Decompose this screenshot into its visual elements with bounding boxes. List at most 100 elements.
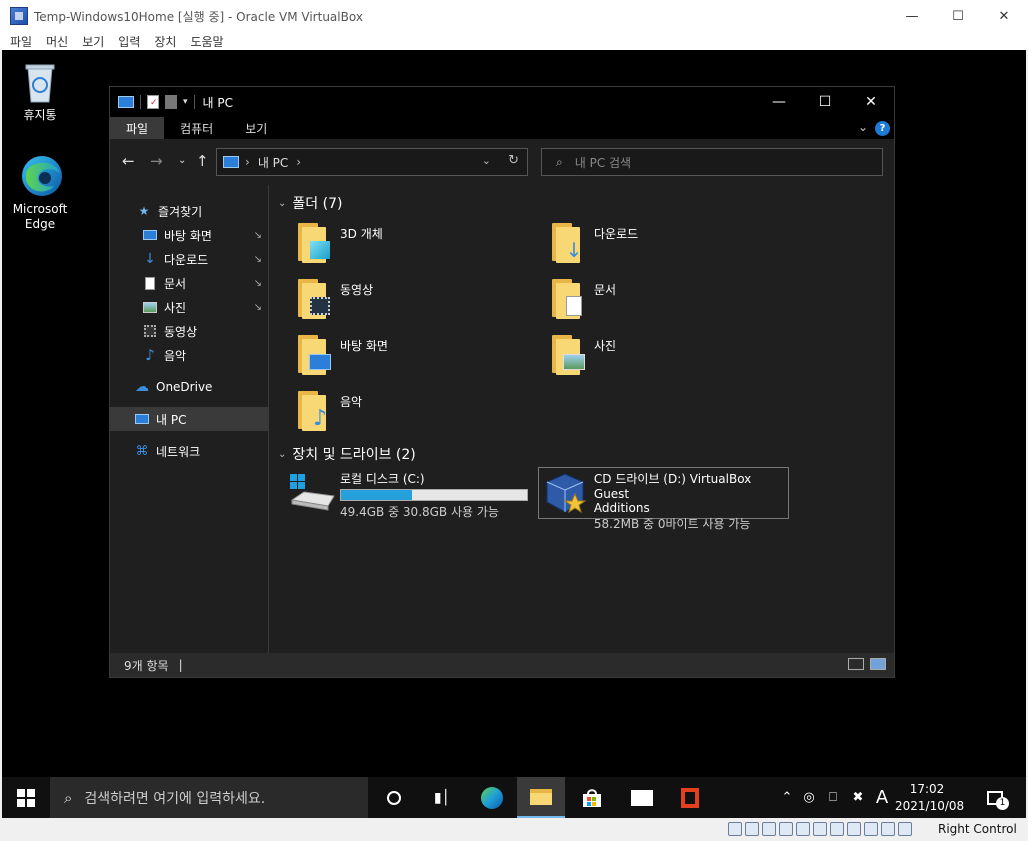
hard-disk-status-icon[interactable]	[728, 822, 742, 836]
sidebar-item-music[interactable]: ♪ 음악	[110, 343, 268, 367]
usb-status-icon[interactable]	[796, 822, 810, 836]
drive-cd-d[interactable]: CD 드라이브 (D:) VirtualBox Guest Additions …	[538, 467, 789, 531]
pictures-icon	[142, 300, 158, 314]
shared-folders-status-icon[interactable]	[813, 822, 827, 836]
address-bar[interactable]: › 내 PC › ⌄ ↻	[216, 148, 528, 176]
sidebar-item-label: 다운로드	[164, 252, 209, 267]
details-view-icon[interactable]	[848, 658, 864, 670]
menu-devices[interactable]: 장치	[154, 33, 176, 50]
sidebar-item-videos[interactable]: 동영상	[110, 319, 268, 343]
taskbar-edge-button[interactable]	[468, 777, 516, 818]
search-box[interactable]: ⌕ 내 PC 검색	[541, 148, 883, 176]
desktop-icon	[142, 228, 158, 242]
back-arrow-icon[interactable]: ←	[122, 152, 135, 170]
taskbar-clock[interactable]: 17:02 2021/10/08	[895, 781, 964, 815]
menu-input[interactable]: 입력	[118, 33, 140, 50]
display-status-icon[interactable]	[830, 822, 844, 836]
up-arrow-icon[interactable]: ↑	[196, 152, 209, 170]
menu-view[interactable]: 보기	[82, 33, 104, 50]
maximize-button[interactable]: ☐	[935, 0, 981, 32]
forward-arrow-icon[interactable]: →	[150, 152, 163, 170]
new-folder-icon[interactable]	[165, 95, 177, 109]
host-key-label: Right Control	[938, 822, 1017, 836]
recording-status-icon[interactable]	[847, 822, 861, 836]
menu-machine[interactable]: 머신	[46, 33, 68, 50]
network-tray-icon[interactable]: ⎕	[822, 777, 844, 818]
properties-icon[interactable]: ✓	[147, 95, 159, 109]
recent-locations-chevron-icon[interactable]: ⌄	[178, 155, 186, 166]
volume-muted-icon[interactable]: ✖	[847, 777, 869, 818]
meet-now-icon[interactable]: ◎	[799, 777, 819, 818]
optical-drive-status-icon[interactable]	[745, 822, 759, 836]
folder-music[interactable]: ♪ 음악	[294, 389, 534, 439]
sidebar-item-network[interactable]: ⌘ 네트워크	[110, 439, 268, 463]
folder-downloads[interactable]: ↓ 다운로드	[548, 221, 788, 271]
taskbar-explorer-button[interactable]	[517, 777, 565, 818]
taskbar-search[interactable]: ⌕ 검색하려면 여기에 입력하세요.	[50, 777, 368, 818]
sidebar-item-this-pc[interactable]: 내 PC	[110, 407, 268, 431]
explorer-maximize-button[interactable]: ☐	[802, 87, 848, 117]
folder-3d-objects[interactable]: 3D 개체	[294, 221, 534, 271]
notification-center-button[interactable]: 1	[980, 777, 1010, 818]
tab-view[interactable]: 보기	[229, 117, 283, 139]
desktop-icon-recycle-bin[interactable]: 휴지통	[10, 60, 70, 123]
folders-group-header[interactable]: ⌄ 폴더 (7)	[278, 193, 342, 213]
keyboard-capture-status-icon[interactable]	[898, 822, 912, 836]
sidebar-item-pictures[interactable]: 사진 ↘	[110, 295, 268, 319]
help-icon[interactable]: ?	[875, 121, 890, 136]
close-button[interactable]: ✕	[981, 0, 1027, 32]
drive-local-disk-c[interactable]: 로컬 디스크 (C:) 49.4GB 중 30.8GB 사용 가능	[288, 470, 528, 519]
sidebar-item-onedrive[interactable]: ☁ OneDrive	[110, 375, 268, 399]
ime-indicator[interactable]: A	[871, 777, 893, 818]
menu-file[interactable]: 파일	[10, 33, 32, 50]
refresh-icon[interactable]: ↻	[508, 153, 519, 168]
expand-ribbon-chevron-icon[interactable]: ⌄	[858, 120, 868, 134]
desktop-icon-edge[interactable]: Microsoft Edge	[10, 154, 70, 232]
show-hidden-icons-button[interactable]: ⌃	[777, 777, 797, 818]
sidebar-item-quick-access[interactable]: ★ 즐겨찾기	[110, 199, 268, 223]
breadcrumb-this-pc[interactable]: 내 PC	[258, 154, 288, 171]
customize-quick-access-icon[interactable]: ▾	[183, 97, 188, 107]
computer-icon	[134, 412, 150, 426]
view-toggle	[848, 658, 886, 670]
folder-name: 문서	[594, 283, 617, 297]
folder-pictures[interactable]: 사진	[548, 333, 788, 383]
tab-computer[interactable]: 컴퓨터	[164, 117, 229, 139]
folder-desktop[interactable]: 바탕 화면	[294, 333, 534, 383]
drive-space-text: 49.4GB 중 30.8GB 사용 가능	[340, 505, 499, 519]
network-status-icon[interactable]	[779, 822, 793, 836]
minimize-button[interactable]: —	[889, 0, 935, 32]
menu-help[interactable]: 도움말	[190, 33, 223, 50]
taskbar-office-button[interactable]	[666, 777, 714, 818]
start-button[interactable]	[2, 777, 50, 818]
explorer-minimize-button[interactable]: —	[756, 87, 802, 117]
virtualbox-cd-icon	[541, 470, 590, 516]
sidebar-item-desktop[interactable]: 바탕 화면 ↘	[110, 223, 268, 247]
window-title: Temp-Windows10Home [실행 중] - Oracle VM Vi…	[34, 9, 363, 24]
star-icon: ★	[138, 204, 150, 218]
cortana-button[interactable]	[370, 777, 418, 818]
breadcrumb-separator[interactable]: ›	[296, 155, 301, 169]
sidebar-item-documents[interactable]: 문서 ↘	[110, 271, 268, 295]
taskbar-mail-button[interactable]	[618, 777, 666, 818]
sidebar-item-label: 동영상	[164, 324, 198, 339]
sidebar-item-label: 음악	[164, 348, 187, 363]
address-dropdown-icon[interactable]: ⌄	[482, 154, 491, 167]
audio-status-icon[interactable]	[762, 822, 776, 836]
chevron-up-icon: ⌃	[781, 790, 793, 805]
explorer-titlebar: ✓ ▾ 내 PC — ☐ ✕	[110, 87, 894, 117]
taskbar: ⌕ 검색하려면 여기에 입력하세요. ▮│ ⌃ ◎ ⎕ ✖ A 17:02 20…	[2, 777, 1026, 818]
folder-videos[interactable]: 동영상	[294, 277, 534, 327]
explorer-close-button[interactable]: ✕	[848, 87, 894, 117]
tab-file[interactable]: 파일	[110, 117, 165, 139]
divider	[193, 95, 195, 109]
drives-group-header[interactable]: ⌄ 장치 및 드라이브 (2)	[278, 444, 416, 464]
large-icons-view-icon[interactable]	[870, 658, 886, 670]
mouse-integration-status-icon[interactable]	[881, 822, 895, 836]
taskbar-search-placeholder: 검색하려면 여기에 입력하세요.	[84, 790, 266, 807]
folder-documents[interactable]: 문서	[548, 277, 788, 327]
sidebar-item-downloads[interactable]: ↓ 다운로드 ↘	[110, 247, 268, 271]
task-view-button[interactable]: ▮│	[418, 777, 466, 818]
vt-x-status-icon[interactable]	[864, 822, 878, 836]
taskbar-store-button[interactable]	[568, 777, 616, 818]
